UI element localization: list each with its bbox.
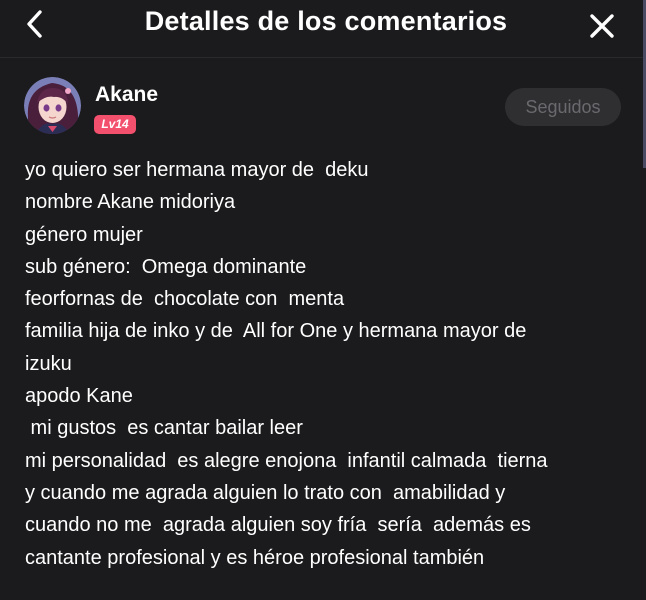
username[interactable]: Akane xyxy=(95,83,158,107)
close-button[interactable] xyxy=(582,6,622,46)
comment-line: y cuando me agrada alguien lo trato con … xyxy=(25,481,506,504)
comment-line: mi gustos es cantar bailar leer xyxy=(25,417,303,440)
comment-line: yo quiero ser hermana mayor de deku xyxy=(25,159,369,181)
comment-body: yo quiero ser hermana mayor de deku nomb… xyxy=(25,154,625,574)
comment-line: izuku xyxy=(25,352,72,375)
header-divider xyxy=(0,57,646,58)
comment-line: familia hija de inko y de All for One y … xyxy=(25,320,527,343)
header-bar: Detalles de los comentarios xyxy=(0,0,646,50)
level-badge: Lv14 xyxy=(94,115,136,134)
comment-line: cantante profesional y es héroe profesio… xyxy=(25,546,485,569)
avatar[interactable] xyxy=(24,77,81,134)
follow-button[interactable]: Seguidos xyxy=(505,88,621,126)
comment-line: apodo Kane xyxy=(25,385,133,408)
comment-line: nombre Akane midoriya xyxy=(25,191,236,214)
comment-line: cuando no me agrada alguien soy fría ser… xyxy=(25,514,531,537)
close-icon xyxy=(590,14,614,38)
comment-line: sub género: Omega dominante xyxy=(25,255,307,278)
comment-line: género mujer xyxy=(25,223,143,246)
page-title: Detalles de los comentarios xyxy=(144,6,508,36)
comment-line: mi personalidad es alegre enojona infant… xyxy=(25,449,548,472)
comment-line: feorfornas de chocolate con menta xyxy=(25,288,345,311)
avatar-anime-girl xyxy=(24,77,81,134)
